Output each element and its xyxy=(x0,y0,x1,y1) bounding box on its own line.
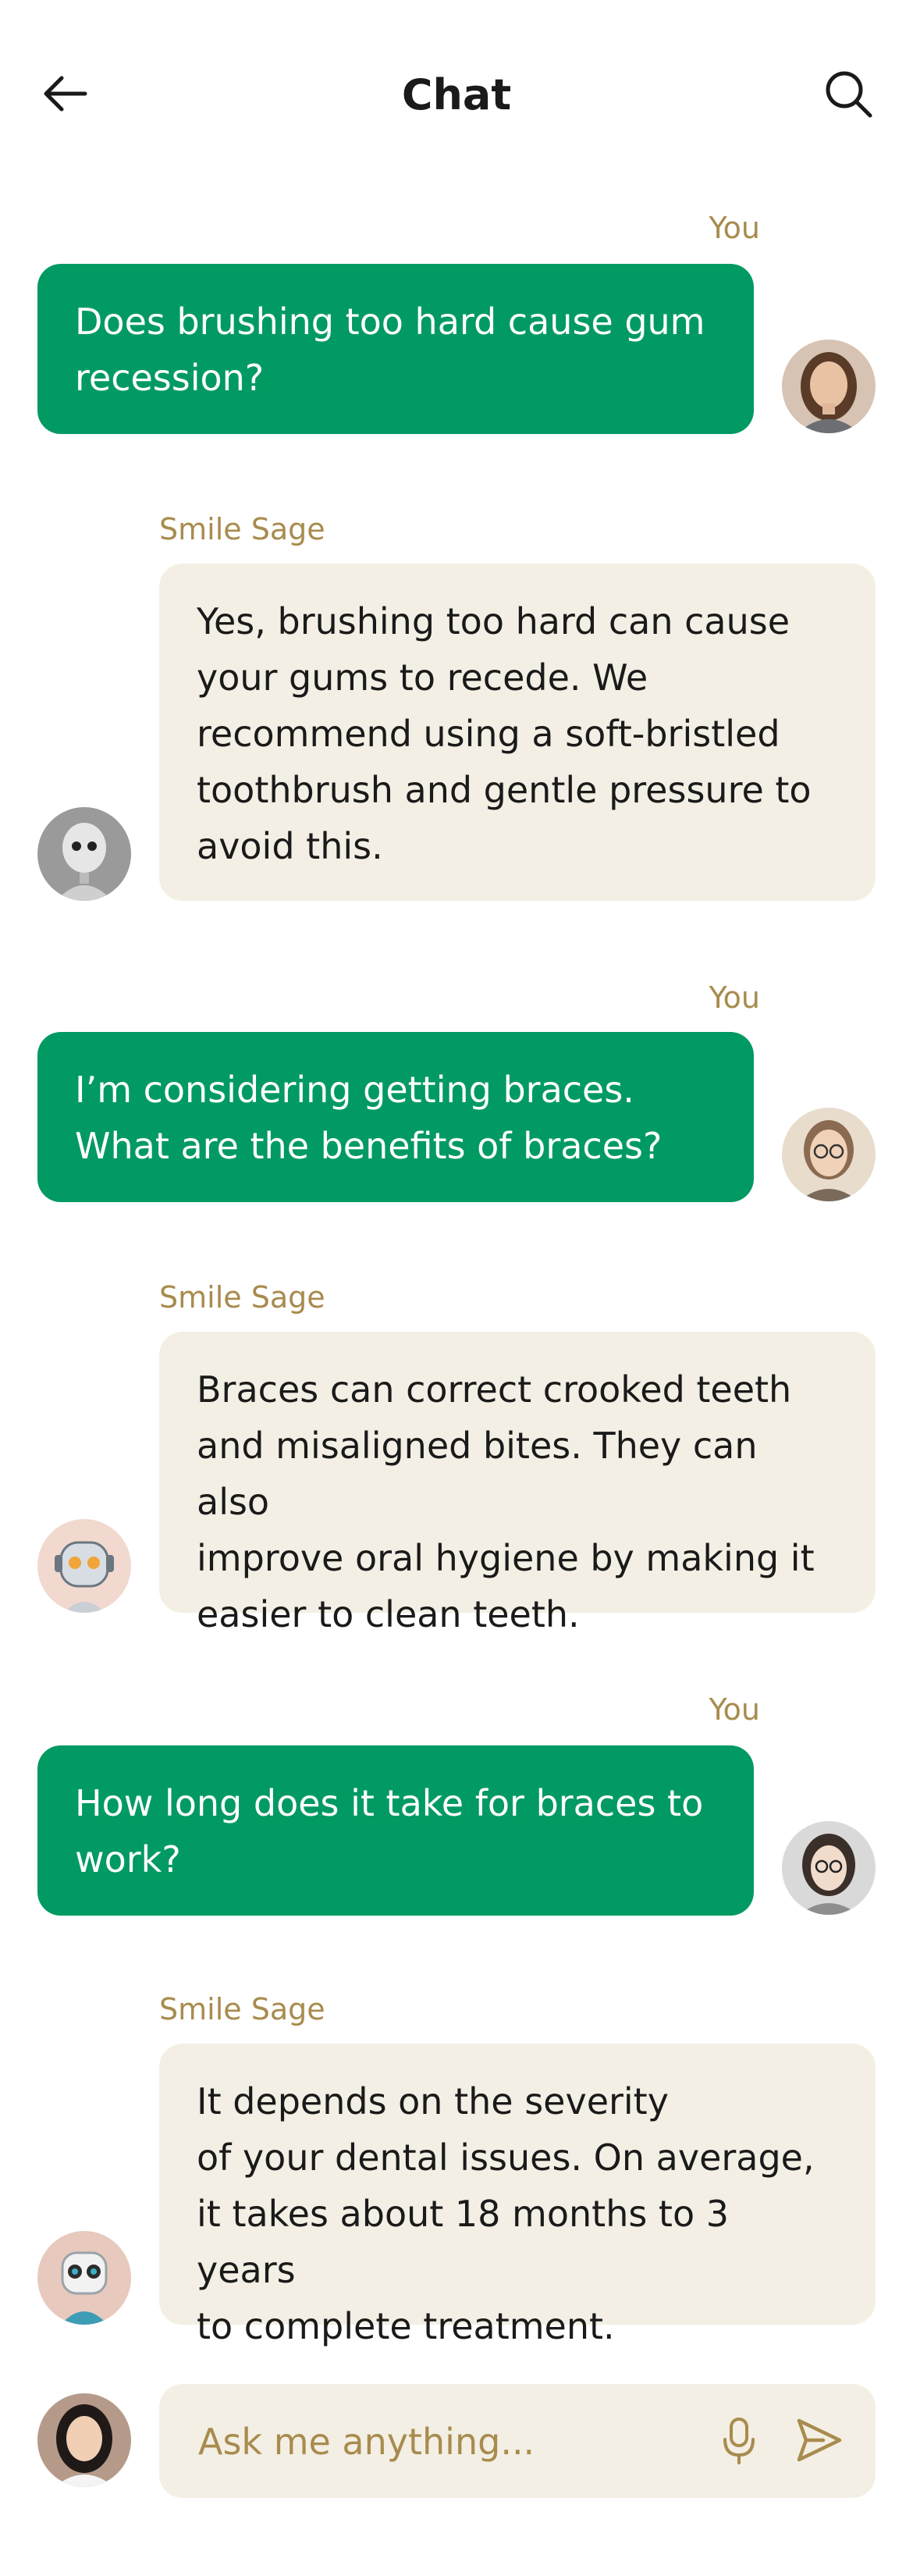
microphone-button[interactable] xyxy=(712,2414,766,2468)
sender-label: Smile Sage xyxy=(159,1992,325,2026)
sender-label: You xyxy=(709,980,761,1015)
user-avatar xyxy=(782,340,876,433)
bot-message-bubble: Yes, brushing too hard can cause your gu… xyxy=(159,564,876,901)
message-composer xyxy=(0,2384,913,2501)
search-icon xyxy=(826,71,872,118)
current-user-avatar xyxy=(37,2393,131,2487)
bot-avatar xyxy=(37,2231,131,2325)
sender-label: Smile Sage xyxy=(159,512,325,546)
bot-avatar xyxy=(37,1519,131,1613)
bot-message-bubble: It depends on the severity of your denta… xyxy=(159,2044,876,2347)
composer-field xyxy=(159,2384,876,2500)
chat-header: Chat xyxy=(0,47,913,141)
microphone-icon xyxy=(723,2418,755,2464)
user-avatar xyxy=(782,1108,876,1201)
sender-label: You xyxy=(709,211,761,245)
bot-avatar xyxy=(37,807,131,901)
user-message-bubble: I’m considering getting braces. What are… xyxy=(37,1032,754,1202)
message-input[interactable] xyxy=(197,2384,668,2500)
sender-label: You xyxy=(709,1692,761,1727)
user-avatar xyxy=(782,1821,876,1915)
page-title: Chat xyxy=(401,70,512,119)
search-button[interactable] xyxy=(821,66,876,121)
send-icon xyxy=(797,2418,842,2462)
bot-message-bubble: Braces can correct crooked teeth and mis… xyxy=(159,1332,876,1635)
user-message-bubble: Does brushing too hard cause gum recessi… xyxy=(37,264,754,434)
user-message-bubble: How long does it take for braces to work… xyxy=(37,1745,754,1916)
sender-label: Smile Sage xyxy=(159,1280,325,1315)
send-button[interactable] xyxy=(791,2412,847,2468)
